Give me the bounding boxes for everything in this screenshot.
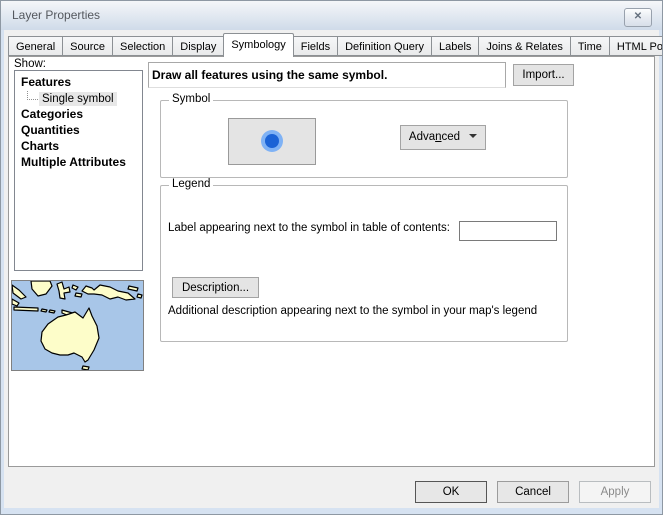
tab-source[interactable]: Source bbox=[63, 36, 113, 56]
list-item-features[interactable]: Features bbox=[15, 75, 142, 91]
symbol-groupbox: Symbol Advanced bbox=[160, 100, 568, 178]
close-icon[interactable]: ✕ bbox=[624, 8, 652, 27]
dialog-body: General Source Selection Display Symbolo… bbox=[4, 30, 659, 508]
point-symbol-icon bbox=[229, 119, 315, 164]
tab-fields[interactable]: Fields bbox=[294, 36, 338, 56]
ok-button[interactable]: OK bbox=[415, 481, 487, 503]
legend-groupbox: Legend Label appearing next to the symbo… bbox=[160, 185, 568, 342]
legend-group-label: Legend bbox=[169, 178, 213, 190]
list-item-charts[interactable]: Charts bbox=[15, 139, 142, 155]
method-description: Draw all features using the same symbol. bbox=[148, 62, 506, 88]
list-item-categories[interactable]: Categories bbox=[15, 107, 142, 123]
tab-labels[interactable]: Labels bbox=[432, 36, 479, 56]
tree-connector-icon bbox=[27, 91, 38, 100]
tab-symbology[interactable]: Symbology bbox=[223, 33, 293, 57]
advanced-dropdown-button[interactable]: Advanced bbox=[400, 125, 486, 150]
tab-time[interactable]: Time bbox=[571, 36, 610, 56]
tab-display[interactable]: Display bbox=[173, 36, 224, 56]
list-item-multiple-attributes[interactable]: Multiple Attributes bbox=[15, 155, 142, 171]
tab-html-popup[interactable]: HTML Popup bbox=[610, 36, 663, 56]
show-label: Show: bbox=[14, 58, 46, 70]
tab-bar: General Source Selection Display Symbolo… bbox=[8, 33, 663, 56]
import-button[interactable]: Import... bbox=[513, 64, 574, 86]
show-tree-list: Features Single symbol Categories Quanti… bbox=[14, 70, 143, 271]
symbology-tab-page: Show: Features Single symbol Categories … bbox=[8, 56, 655, 467]
tab-definition-query[interactable]: Definition Query bbox=[338, 36, 432, 56]
legend-label-text: Label appearing next to the symbol in ta… bbox=[168, 222, 450, 234]
legend-label-input[interactable] bbox=[459, 221, 557, 241]
tab-selection[interactable]: Selection bbox=[113, 36, 173, 56]
tab-joins-relates[interactable]: Joins & Relates bbox=[479, 36, 570, 56]
symbol-group-label: Symbol bbox=[169, 93, 213, 105]
cancel-button[interactable]: Cancel bbox=[497, 481, 569, 503]
dropdown-arrow-icon bbox=[469, 134, 477, 138]
tab-general[interactable]: General bbox=[8, 36, 63, 56]
symbol-preview-button[interactable] bbox=[228, 118, 316, 165]
apply-button: Apply bbox=[579, 481, 651, 503]
legend-additional-text: Additional description appearing next to… bbox=[168, 305, 537, 317]
list-item-quantities[interactable]: Quantities bbox=[15, 123, 142, 139]
layer-properties-dialog: Layer Properties ✕ General Source Select… bbox=[0, 0, 663, 515]
list-item-single-symbol[interactable]: Single symbol bbox=[15, 91, 142, 107]
title-bar[interactable]: Layer Properties ✕ bbox=[1, 1, 662, 30]
description-button[interactable]: Description... bbox=[172, 277, 259, 298]
window-title: Layer Properties bbox=[12, 8, 100, 22]
map-preview bbox=[11, 280, 144, 371]
